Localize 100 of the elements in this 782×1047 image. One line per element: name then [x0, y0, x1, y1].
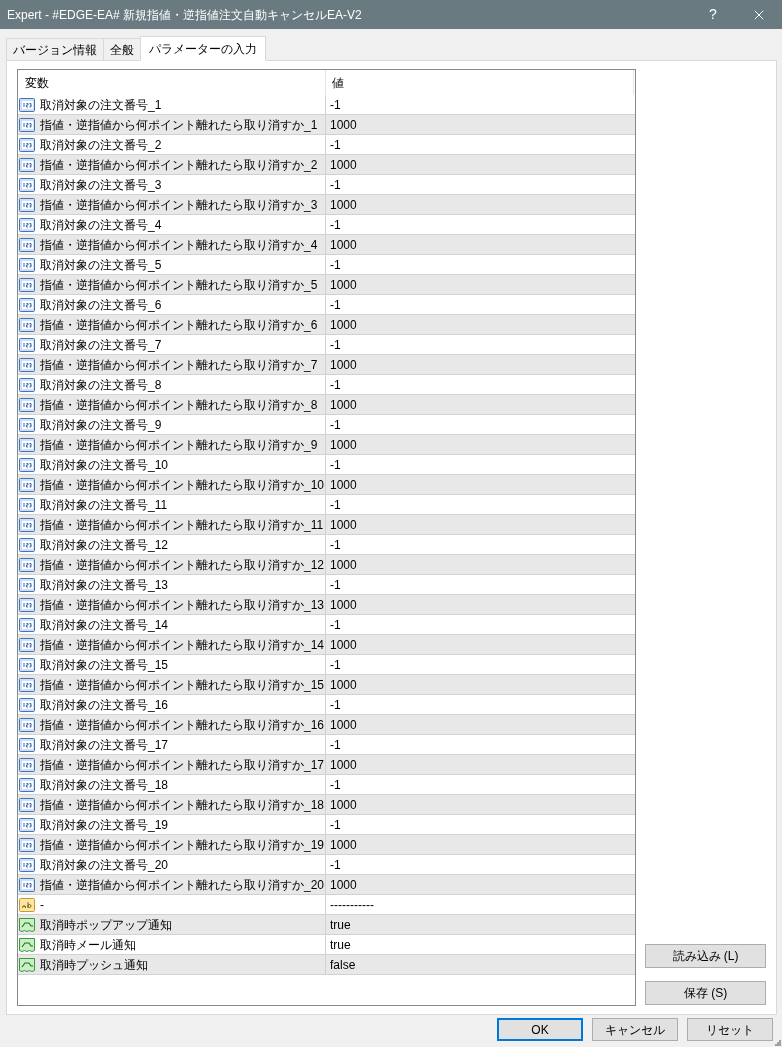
parameter-name: 取消対象の注文番号_3: [40, 176, 162, 194]
table-row[interactable]: 取消対象の注文番号_14 -1: [18, 615, 635, 635]
dialog-button[interactable]: キャンセル: [592, 1018, 678, 1041]
tab[interactable]: バージョン情報: [6, 38, 104, 60]
table-row[interactable]: 取消対象の注文番号_9 -1: [18, 415, 635, 435]
parameter-name: 取消対象の注文番号_15: [40, 656, 169, 674]
parameter-value: 1000: [330, 756, 357, 774]
table-row[interactable]: 指値・逆指値から何ポイント離れたら取り消すか_16 1000: [18, 715, 635, 735]
parameter-name: 指値・逆指値から何ポイント離れたら取り消すか_4: [40, 236, 318, 254]
table-row[interactable]: 取消対象の注文番号_7 -1: [18, 335, 635, 355]
parameter-name: 取消対象の注文番号_6: [40, 296, 162, 314]
parameter-name: 取消対象の注文番号_8: [40, 376, 162, 394]
parameter-value: -1: [330, 336, 341, 354]
table-row[interactable]: 取消対象の注文番号_6 -1: [18, 295, 635, 315]
parameter-name: 指値・逆指値から何ポイント離れたら取り消すか_20: [40, 876, 325, 894]
table-row[interactable]: 取消対象の注文番号_8 -1: [18, 375, 635, 395]
parameter-name: 取消対象の注文番号_11: [40, 496, 168, 514]
parameter-value: 1000: [330, 396, 357, 414]
table-row[interactable]: 取消時ポップアップ通知 true: [18, 915, 635, 935]
parameter-value: -1: [330, 776, 341, 794]
parameter-value: 1000: [330, 196, 357, 214]
parameter-name: 指値・逆指値から何ポイント離れたら取り消すか_1: [40, 116, 318, 134]
parameter-name: 取消対象の注文番号_19: [40, 816, 169, 834]
table-row[interactable]: 指値・逆指値から何ポイント離れたら取り消すか_20 1000: [18, 875, 635, 895]
side-button[interactable]: 読み込み (L): [645, 944, 766, 968]
line-chart-icon: [19, 936, 35, 953]
parameter-value: 1000: [330, 436, 357, 454]
parameter-value: -1: [330, 656, 341, 674]
table-row[interactable]: 指値・逆指値から何ポイント離れたら取り消すか_19 1000: [18, 835, 635, 855]
table-row[interactable]: 取消対象の注文番号_20 -1: [18, 855, 635, 875]
table-row[interactable]: 取消対象の注文番号_17 -1: [18, 735, 635, 755]
parameter-name: 取消対象の注文番号_14: [40, 616, 169, 634]
table-row[interactable]: 取消対象の注文番号_19 -1: [18, 815, 635, 835]
parameter-value: false: [330, 956, 356, 974]
table-row[interactable]: 指値・逆指値から何ポイント離れたら取り消すか_14 1000: [18, 635, 635, 655]
tab[interactable]: パラメーターの入力: [140, 36, 266, 61]
table-row[interactable]: 指値・逆指値から何ポイント離れたら取り消すか_6 1000: [18, 315, 635, 335]
parameter-name: 指値・逆指値から何ポイント離れたら取り消すか_7: [40, 356, 318, 374]
table-row[interactable]: 指値・逆指値から何ポイント離れたら取り消すか_15 1000: [18, 675, 635, 695]
parameter-name: 取消対象の注文番号_7: [40, 336, 162, 354]
parameter-value: -1: [330, 816, 341, 834]
parameter-name: 取消対象の注文番号_1: [40, 96, 162, 114]
parameter-name: 取消対象の注文番号_12: [40, 536, 169, 554]
table-row[interactable]: 指値・逆指値から何ポイント離れたら取り消すか_9 1000: [18, 435, 635, 455]
parameter-value: 1000: [330, 116, 357, 134]
parameter-name: 取消対象の注文番号_10: [40, 456, 169, 474]
table-row[interactable]: 取消対象の注文番号_2 -1: [18, 135, 635, 155]
dialog-button[interactable]: リセット: [687, 1018, 773, 1041]
parameter-value: -----------: [330, 896, 374, 914]
parameter-value: 1000: [330, 276, 357, 294]
table-row[interactable]: 指値・逆指値から何ポイント離れたら取り消すか_13 1000: [18, 595, 635, 615]
parameter-value: -1: [330, 176, 341, 194]
table-row[interactable]: 指値・逆指値から何ポイント離れたら取り消すか_5 1000: [18, 275, 635, 295]
table-row[interactable]: 指値・逆指値から何ポイント離れたら取り消すか_18 1000: [18, 795, 635, 815]
parameter-name: 指値・逆指値から何ポイント離れたら取り消すか_5: [40, 276, 318, 294]
table-row[interactable]: 取消対象の注文番号_16 -1: [18, 695, 635, 715]
table-row[interactable]: 指値・逆指値から何ポイント離れたら取り消すか_8 1000: [18, 395, 635, 415]
parameter-name: 指値・逆指値から何ポイント離れたら取り消すか_16: [40, 716, 325, 734]
help-button[interactable]: ?: [690, 0, 736, 29]
table-row[interactable]: 指値・逆指値から何ポイント離れたら取り消すか_3 1000: [18, 195, 635, 215]
table-row[interactable]: 指値・逆指値から何ポイント離れたら取り消すか_17 1000: [18, 755, 635, 775]
parameter-name: 指値・逆指値から何ポイント離れたら取り消すか_15: [40, 676, 325, 694]
parameter-value: 1000: [330, 476, 357, 494]
table-row[interactable]: 指値・逆指値から何ポイント離れたら取り消すか_7 1000: [18, 355, 635, 375]
table-row[interactable]: 取消時プッシュ通知 false: [18, 955, 635, 975]
parameter-value: -1: [330, 136, 341, 154]
table-row[interactable]: 取消対象の注文番号_10 -1: [18, 455, 635, 475]
table-row[interactable]: 指値・逆指値から何ポイント離れたら取り消すか_12 1000: [18, 555, 635, 575]
table-row[interactable]: 指値・逆指値から何ポイント離れたら取り消すか_1 1000: [18, 115, 635, 135]
parameter-value: -1: [330, 416, 341, 434]
table-row[interactable]: 取消対象の注文番号_12 -1: [18, 535, 635, 555]
side-button[interactable]: 保存 (S): [645, 981, 766, 1005]
parameter-name: 指値・逆指値から何ポイント離れたら取り消すか_14: [40, 636, 325, 654]
parameter-name: 指値・逆指値から何ポイント離れたら取り消すか_17: [40, 756, 325, 774]
parameter-name: 指値・逆指値から何ポイント離れたら取り消すか_10: [40, 476, 325, 494]
dialog-button[interactable]: OK: [497, 1018, 583, 1041]
table-row[interactable]: 指値・逆指値から何ポイント離れたら取り消すか_4 1000: [18, 235, 635, 255]
parameter-name: 指値・逆指値から何ポイント離れたら取り消すか_9: [40, 436, 318, 454]
parameter-name: 取消時プッシュ通知: [40, 956, 148, 974]
parameter-value: 1000: [330, 316, 357, 334]
parameter-value: true: [330, 936, 351, 954]
table-row[interactable]: 指値・逆指値から何ポイント離れたら取り消すか_11 1000: [18, 515, 635, 535]
table-row[interactable]: 取消対象の注文番号_1 -1: [18, 95, 635, 115]
parameter-name: 取消対象の注文番号_4: [40, 216, 162, 234]
table-row[interactable]: 取消対象の注文番号_15 -1: [18, 655, 635, 675]
table-row[interactable]: 指値・逆指値から何ポイント離れたら取り消すか_2 1000: [18, 155, 635, 175]
table-row[interactable]: - -----------: [18, 895, 635, 915]
parameter-value: 1000: [330, 516, 357, 534]
table-row[interactable]: 取消時メール通知 true: [18, 935, 635, 955]
parameter-value: -1: [330, 536, 341, 554]
table-row[interactable]: 取消対象の注文番号_18 -1: [18, 775, 635, 795]
table-row[interactable]: 指値・逆指値から何ポイント離れたら取り消すか_10 1000: [18, 475, 635, 495]
table-row[interactable]: 取消対象の注文番号_4 -1: [18, 215, 635, 235]
line-chart-icon: [19, 956, 35, 973]
parameter-name: 指値・逆指値から何ポイント離れたら取り消すか_6: [40, 316, 318, 334]
parameter-name: 指値・逆指値から何ポイント離れたら取り消すか_3: [40, 196, 318, 214]
table-row[interactable]: 取消対象の注文番号_5 -1: [18, 255, 635, 275]
table-row[interactable]: 取消対象の注文番号_3 -1: [18, 175, 635, 195]
table-row[interactable]: 取消対象の注文番号_13 -1: [18, 575, 635, 595]
table-row[interactable]: 取消対象の注文番号_11 -1: [18, 495, 635, 515]
